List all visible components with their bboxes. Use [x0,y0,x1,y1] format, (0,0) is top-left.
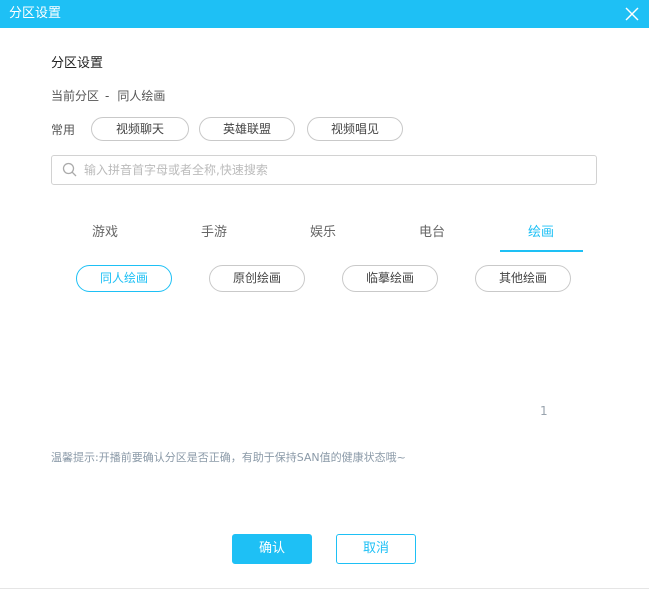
common-item-league-of-legends[interactable]: 英雄联盟 [199,117,295,141]
search-input[interactable] [84,160,584,180]
current-category-separator: - [105,89,110,103]
dialog-titlebar: 分区设置 [0,0,649,28]
dialog-title: 分区设置 [9,6,62,21]
active-tab-indicator [500,250,583,252]
subcategory-original-painting[interactable]: 原创绘画 [209,265,305,292]
common-item-video-singing[interactable]: 视频唱见 [307,117,403,141]
current-category-value: 同人绘画 [117,89,166,103]
subcategory-fan-painting[interactable]: 同人绘画 [76,265,172,292]
tab-mobile-games[interactable]: 手游 [174,224,254,254]
close-button[interactable] [623,5,641,23]
current-category-label: 当前分区 [51,89,100,103]
subcategory-other-painting[interactable]: 其他绘画 [475,265,571,292]
current-category: 当前分区 - 同人绘画 [51,88,165,104]
common-label: 常用 [51,123,76,137]
close-icon [625,7,639,21]
cancel-button[interactable]: 取消 [336,534,416,564]
search-icon [62,162,77,177]
tab-entertainment[interactable]: 娱乐 [283,224,363,254]
tab-radio[interactable]: 电台 [392,224,472,254]
pagination-page[interactable]: 1 [540,404,548,418]
tip-text: 温馨提示:开播前要确认分区是否正确，有助于保持SAN值的健康状态哦~ [51,451,406,464]
tab-games[interactable]: 游戏 [65,224,145,254]
section-title: 分区设置 [51,56,104,71]
confirm-button[interactable]: 确认 [232,534,312,564]
search-box [51,155,597,185]
subcategory-copy-painting[interactable]: 临摹绘画 [342,265,438,292]
common-item-video-chat[interactable]: 视频聊天 [91,117,189,141]
